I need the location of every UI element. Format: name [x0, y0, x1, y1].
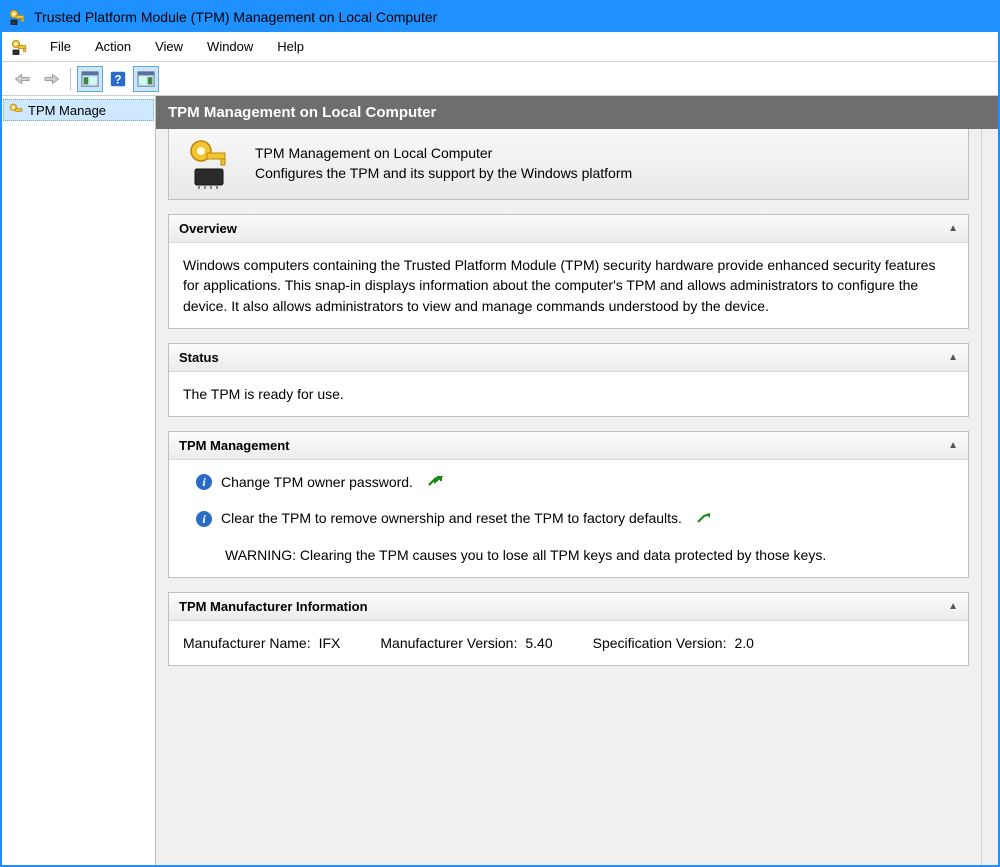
svg-text:?: ?	[114, 73, 121, 86]
menu-view[interactable]: View	[143, 35, 195, 58]
info-icon: i	[195, 473, 213, 491]
manufacturer-version-value: 5.40	[525, 633, 552, 653]
tree-item-label: TPM Manage	[28, 103, 106, 118]
section-overview-body: Windows computers containing the Trusted…	[169, 243, 968, 328]
section-management-title: TPM Management	[179, 438, 290, 453]
link-arrow-icon	[427, 475, 443, 489]
specification-version: Specification Version: 2.0	[593, 633, 754, 653]
collapse-icon: ▲	[948, 601, 958, 612]
body-area: TPM Manage TPM Management on Local Compu…	[2, 96, 998, 865]
tree-item-tpm-manage[interactable]: TPM Manage	[3, 99, 154, 121]
intro-panel: TPM Management on Local Computer Configu…	[168, 129, 969, 200]
clear-tpm-warning: WARNING: Clearing the TPM causes you to …	[225, 545, 954, 565]
tpm-key-icon	[8, 102, 24, 118]
intro-desc: Configures the TPM and its support by th…	[255, 164, 632, 184]
section-status-title: Status	[179, 350, 219, 365]
collapse-icon: ▲	[948, 352, 958, 363]
titlebar: Trusted Platform Module (TPM) Management…	[2, 2, 998, 32]
action-clear-tpm[interactable]: i Clear the TPM to remove ownership and …	[195, 508, 954, 528]
show-hide-action-pane-button[interactable]	[133, 66, 159, 92]
section-status-header[interactable]: Status ▲	[169, 344, 968, 372]
menu-help[interactable]: Help	[265, 35, 316, 58]
section-overview: Overview ▲ Windows computers containing …	[168, 214, 969, 329]
content-pane: TPM Management on Local Computer	[156, 96, 998, 865]
menubar: File Action View Window Help	[2, 32, 998, 62]
section-status: Status ▲ The TPM is ready for use.	[168, 343, 969, 417]
show-hide-console-tree-button[interactable]	[77, 66, 103, 92]
manufacturer-version: Manufacturer Version: 5.40	[380, 633, 552, 653]
manufacturer-version-label: Manufacturer Version:	[380, 633, 517, 653]
section-manufacturer-title: TPM Manufacturer Information	[179, 599, 368, 614]
tpm-chip-key-icon	[185, 139, 235, 189]
intro-text: TPM Management on Local Computer Configu…	[255, 144, 632, 183]
window-title: Trusted Platform Module (TPM) Management…	[34, 9, 437, 25]
section-management-body: i Change TPM owner password. i Clear the…	[169, 460, 968, 577]
menu-action[interactable]: Action	[83, 35, 143, 58]
toolbar: ?	[2, 62, 998, 96]
link-arrow-icon	[696, 512, 712, 526]
collapse-icon: ▲	[948, 223, 958, 234]
section-manufacturer-header[interactable]: TPM Manufacturer Information ▲	[169, 593, 968, 621]
section-overview-header[interactable]: Overview ▲	[169, 215, 968, 243]
specification-version-value: 2.0	[734, 633, 753, 653]
manufacturer-name-label: Manufacturer Name:	[183, 633, 311, 653]
info-icon: i	[195, 510, 213, 528]
vertical-scrollbar[interactable]	[981, 129, 998, 865]
tpm-key-icon	[8, 8, 26, 26]
collapse-icon: ▲	[948, 440, 958, 451]
status-text: The TPM is ready for use.	[183, 386, 344, 402]
section-manufacturer: TPM Manufacturer Information ▲ Manufactu…	[168, 592, 969, 666]
content-header: TPM Management on Local Computer	[156, 96, 998, 129]
manufacturer-name-value: IFX	[319, 633, 341, 653]
toolbar-separator	[70, 68, 71, 90]
help-button[interactable]: ?	[105, 66, 131, 92]
section-management: TPM Management ▲ i Change TPM owner pass…	[168, 431, 969, 578]
action-change-password[interactable]: i Change TPM owner password.	[195, 472, 954, 492]
section-overview-title: Overview	[179, 221, 237, 236]
action-clear-tpm-text: Clear the TPM to remove ownership and re…	[221, 508, 682, 528]
action-change-password-text: Change TPM owner password.	[221, 472, 413, 492]
specification-version-label: Specification Version:	[593, 633, 727, 653]
menu-window[interactable]: Window	[195, 35, 265, 58]
tree-pane: TPM Manage	[2, 96, 156, 865]
section-manufacturer-body: Manufacturer Name: IFX Manufacturer Vers…	[169, 621, 968, 665]
tpm-key-icon	[10, 38, 28, 56]
intro-title: TPM Management on Local Computer	[255, 144, 632, 164]
overview-text: Windows computers containing the Trusted…	[183, 257, 935, 314]
manufacturer-name: Manufacturer Name: IFX	[183, 633, 340, 653]
forward-button[interactable]	[38, 66, 64, 92]
section-management-header[interactable]: TPM Management ▲	[169, 432, 968, 460]
section-status-body: The TPM is ready for use.	[169, 372, 968, 416]
menu-file[interactable]: File	[38, 35, 83, 58]
content-body: TPM Management on Local Computer Configu…	[156, 129, 981, 865]
back-button[interactable]	[10, 66, 36, 92]
